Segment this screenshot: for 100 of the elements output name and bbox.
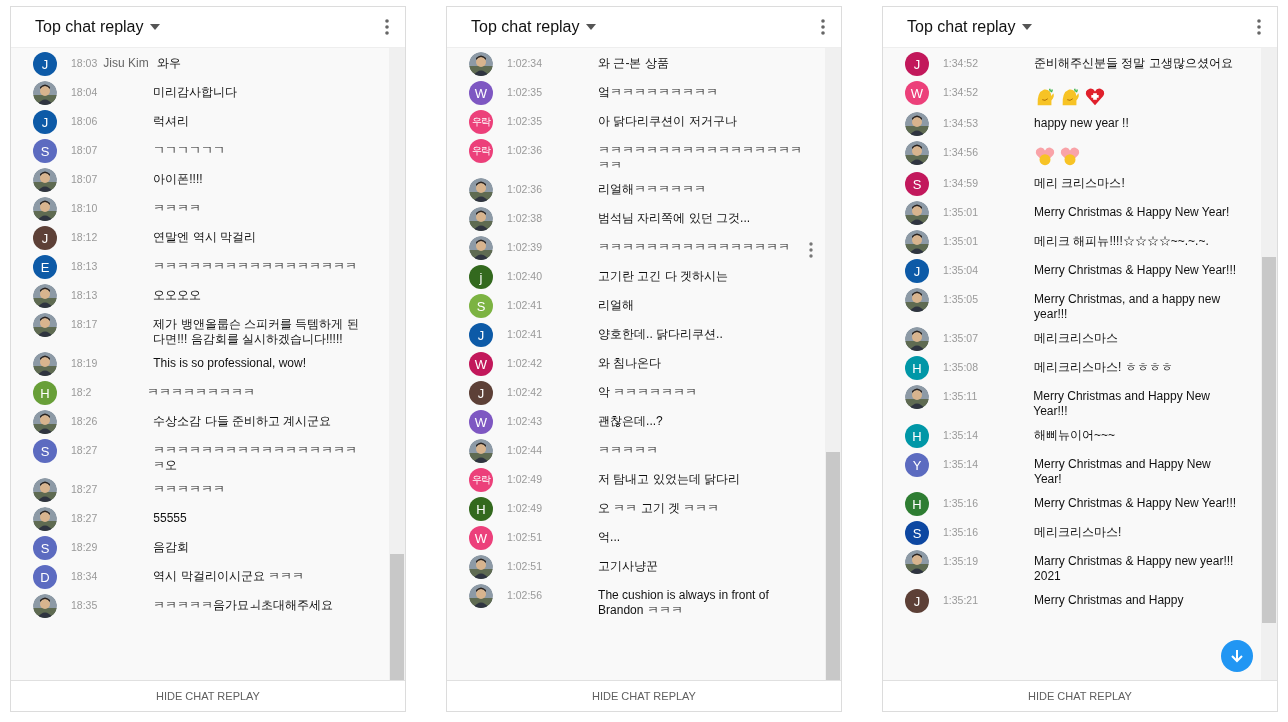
- scroll-down-button[interactable]: [1221, 640, 1253, 672]
- chat-message: 엌ㅋㅋㅋㅋㅋㅋㅋㅋㅋ: [598, 85, 720, 100]
- timestamp: 1:02:36: [507, 143, 543, 158]
- timestamp: 1:02:51: [507, 559, 543, 574]
- hide-chat-button[interactable]: HIDE CHAT REPLAY: [588, 688, 700, 704]
- chat-message: Merry Christmas and Happy New Year!!!: [1033, 389, 1211, 419]
- scrollbar[interactable]: [1261, 48, 1277, 680]
- avatar: J: [905, 259, 929, 283]
- chat-message: Merry Christmas & Happy New Year!!!: [1034, 263, 1238, 278]
- chat-message: 고기란 고긴 다 겟하시는: [598, 269, 730, 284]
- chat-message: 와우: [156, 56, 182, 71]
- timestamp: 18:27: [71, 511, 98, 526]
- chat-message: ㅋㅋㅋㅋㅋㅋ: [153, 482, 227, 497]
- timestamp: 1:02:39: [507, 240, 543, 255]
- timestamp: 1:02:41: [507, 327, 543, 342]
- avatar: S: [469, 294, 493, 318]
- timestamp: 1:35:14: [943, 428, 979, 443]
- avatar: S: [905, 521, 929, 545]
- avatar: S: [905, 172, 929, 196]
- more-icon[interactable]: [821, 19, 825, 35]
- chat-message: 리얼해: [598, 298, 636, 313]
- timestamp: 1:02:49: [507, 501, 543, 516]
- avatar: J: [33, 226, 57, 250]
- chat-message: 해삐뉴이어~~~: [1034, 428, 1117, 443]
- chat-message: 메리크리스마스! ㅎㅎㅎㅎ: [1034, 360, 1174, 375]
- timestamp: 1:35:16: [943, 496, 979, 511]
- timestamp: 1:35:19: [943, 554, 979, 569]
- timestamp: 18:12: [71, 230, 98, 245]
- timestamp: 18:19: [71, 356, 98, 371]
- hide-chat-button[interactable]: HIDE CHAT REPLAY: [152, 688, 264, 704]
- avatar: W: [469, 81, 493, 105]
- avatar: J: [33, 110, 57, 134]
- timestamp: 18:17: [71, 317, 98, 332]
- avatar: H: [33, 381, 57, 405]
- avatar: E: [33, 255, 57, 279]
- timestamp: 1:35:01: [943, 205, 979, 220]
- chat-message: 억...: [598, 530, 622, 545]
- timestamp: 18:26: [71, 414, 98, 429]
- avatar: H: [469, 497, 493, 521]
- avatar: J: [469, 381, 493, 405]
- chat-message: 역시 막걸리이시군요 ㅋㅋㅋ: [153, 569, 305, 584]
- timestamp: 1:35:01: [943, 234, 979, 249]
- chat-message: 아 닭다리쿠션이 저거구나: [598, 114, 738, 129]
- chat-message: ㅋㅋㅋㅋㅋㅋㅋㅋㅋ: [147, 385, 257, 400]
- timestamp: 1:35:16: [943, 525, 979, 540]
- chat-message: 메리크 해피뉴!!!!☆☆☆☆~~.~.~.: [1034, 234, 1210, 249]
- chat-message: 럭셔리: [153, 114, 191, 129]
- timestamp: 1:35:04: [943, 263, 979, 278]
- chat-message: 오오오오: [153, 288, 203, 303]
- timestamp: 1:34:53: [943, 116, 979, 131]
- chat-mode-dropdown[interactable]: Top chat replay: [905, 16, 1034, 38]
- chat-mode-dropdown[interactable]: Top chat replay: [469, 16, 598, 38]
- timestamp: 18:27: [71, 482, 98, 497]
- chat-message: 범석님 자리쪽에 있던 그것...: [598, 211, 752, 226]
- chat-message: 양호한데.. 닭다리쿠션..: [598, 327, 724, 342]
- avatar: W: [469, 526, 493, 550]
- timestamp: 1:34:52: [943, 56, 979, 71]
- scrollbar[interactable]: [825, 48, 841, 680]
- chat-message: 연말엔 역시 막걸리: [153, 230, 257, 245]
- more-icon[interactable]: [809, 242, 813, 258]
- avatar: S: [33, 536, 57, 560]
- timestamp: 18:13: [71, 259, 98, 274]
- chat-message: ㅋㅋㅋㅋㅋㅋㅋㅋㅋㅋㅋㅋㅋㅋㅋㅋㅋㅋㅋ: [598, 143, 803, 173]
- timestamp: 1:34:52: [943, 85, 979, 100]
- timestamp: 1:35:21: [943, 593, 979, 608]
- timestamp: 1:34:56: [943, 145, 979, 160]
- timestamp: 18:10: [71, 201, 98, 216]
- author-name: Jisu Kim: [103, 56, 149, 71]
- scrollbar[interactable]: [389, 48, 405, 680]
- caret-icon: [149, 24, 160, 30]
- timestamp: 1:02:40: [507, 269, 543, 284]
- timestamp: 1:02:41: [507, 298, 543, 313]
- timestamp: 1:02:56: [507, 588, 543, 603]
- more-icon[interactable]: [1257, 19, 1261, 35]
- avatar: W: [469, 352, 493, 376]
- avatar: J: [33, 52, 57, 76]
- timestamp: 1:02:43: [507, 414, 543, 429]
- avatar: H: [905, 356, 929, 380]
- timestamp: 1:34:59: [943, 176, 979, 191]
- avatar: S: [33, 439, 57, 463]
- timestamp: 18:07: [71, 143, 98, 158]
- avatar: J: [469, 323, 493, 347]
- chat-message: ㅋㅋㅋㅋㅋㅋㅋㅋㅋㅋㅋㅋㅋㅋㅋㅋ: [598, 240, 792, 255]
- chat-message: ㅋㅋㅋㅋ: [153, 201, 203, 216]
- timestamp: 1:02:35: [507, 85, 543, 100]
- chat-message: Merry Christmas & Happy New Year!: [1034, 205, 1231, 220]
- hide-chat-button[interactable]: HIDE CHAT REPLAY: [1024, 688, 1136, 704]
- timestamp: 1:35:05: [943, 292, 979, 307]
- timestamp: 1:02:34: [507, 56, 543, 71]
- timestamp: 18:34: [71, 569, 98, 584]
- more-icon[interactable]: [385, 19, 389, 35]
- chat-message: ㄱㄱㄱㄱㄱㄱ: [153, 143, 227, 158]
- avatar: 우락: [469, 110, 493, 134]
- chat-mode-dropdown[interactable]: Top chat replay: [33, 16, 162, 38]
- chat-message: 메리 크리스마스!: [1034, 176, 1126, 191]
- timestamp: 1:35:08: [943, 360, 979, 375]
- arrow-down-icon: [1229, 648, 1245, 664]
- timestamp: 18:06: [71, 114, 98, 129]
- timestamp: 18:27: [71, 443, 98, 458]
- avatar: j: [469, 265, 493, 289]
